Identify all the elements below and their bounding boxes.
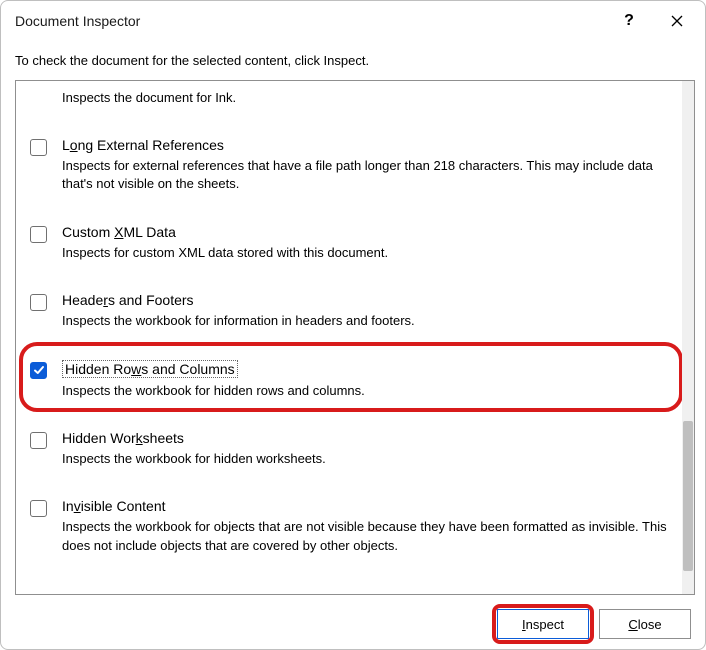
option-long-external-references-desc: Inspects for external references that ha… [62,157,672,193]
option-long-external-references-title: Long External References [62,137,672,153]
instruction-text: To check the document for the selected c… [15,43,695,80]
option-ink: Inspects the document for Ink. [16,81,682,125]
option-headers-footers: Headers and Footers Inspects the workboo… [16,280,682,348]
checkmark-icon [33,364,45,376]
option-hidden-rows-columns-desc: Inspects the workbook for hidden rows an… [62,382,672,400]
option-hidden-worksheets: Hidden Worksheets Inspects the workbook … [16,418,682,486]
options-list: Inspects the document for Ink. Long Exte… [16,81,694,594]
checkbox-hidden-worksheets[interactable] [30,432,47,449]
option-custom-xml-data-desc: Inspects for custom XML data stored with… [62,244,672,262]
help-button[interactable]: ? [613,7,645,35]
option-headers-footers-title: Headers and Footers [62,292,672,308]
inspect-button[interactable]: Inspect [497,609,589,639]
option-hidden-rows-columns: Hidden Rows and Columns Inspects the wor… [16,348,682,418]
dialog-content: To check the document for the selected c… [1,41,705,649]
option-custom-xml-data: Custom XML Data Inspects for custom XML … [16,212,682,280]
checkbox-hidden-rows-columns[interactable] [30,362,47,379]
checkbox-custom-xml-data[interactable] [30,226,47,243]
option-long-external-references: Long External References Inspects for ex… [16,125,682,211]
close-window-button[interactable] [661,7,693,35]
dialog-title: Document Inspector [15,13,613,29]
option-ink-desc: Inspects the document for Ink. [62,89,672,107]
option-custom-xml-data-title: Custom XML Data [62,224,672,240]
option-hidden-worksheets-desc: Inspects the workbook for hidden workshe… [62,450,672,468]
option-invisible-content: Invisible Content Inspects the workbook … [16,486,682,572]
option-headers-footers-desc: Inspects the workbook for information in… [62,312,672,330]
option-invisible-content-title: Invisible Content [62,498,672,514]
document-inspector-dialog: Document Inspector ? To check the docume… [0,0,706,650]
scrollbar[interactable] [682,81,694,594]
button-row: Inspect Close [15,595,695,643]
checkbox-long-external-references[interactable] [30,139,47,156]
checkbox-invisible-content[interactable] [30,500,47,517]
close-button[interactable]: Close [599,609,691,639]
options-panel: Inspects the document for Ink. Long Exte… [15,80,695,595]
title-bar: Document Inspector ? [1,1,705,41]
option-hidden-worksheets-title: Hidden Worksheets [62,430,672,446]
option-invisible-content-desc: Inspects the workbook for objects that a… [62,518,672,554]
scrollbar-thumb[interactable] [683,421,693,571]
option-hidden-rows-columns-title: Hidden Rows and Columns [62,360,672,378]
checkbox-headers-footers[interactable] [30,294,47,311]
close-icon [671,15,683,27]
